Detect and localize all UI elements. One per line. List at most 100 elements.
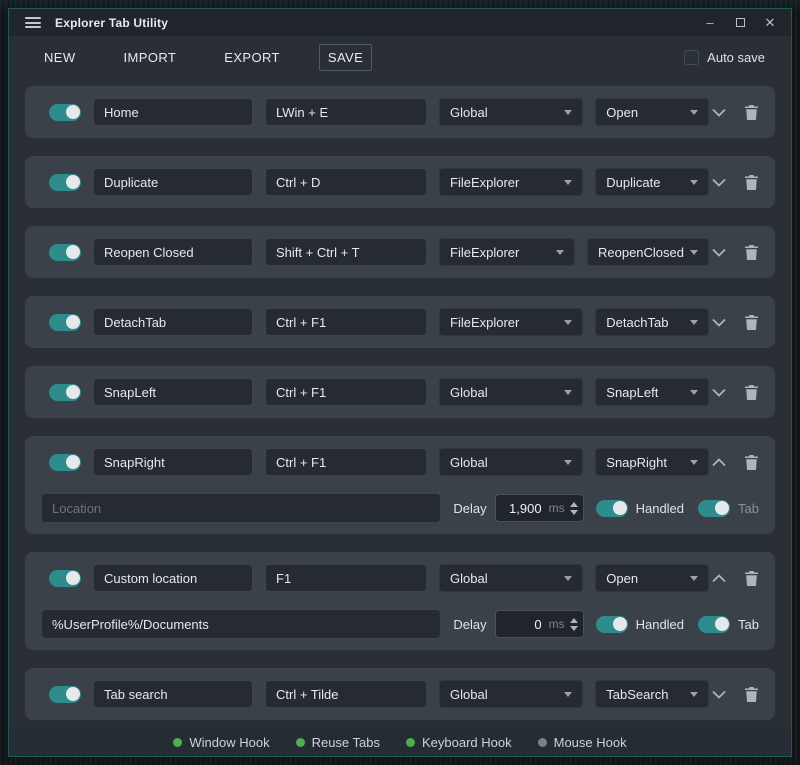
action-dropdown[interactable]: Open xyxy=(595,98,709,126)
import-button[interactable]: IMPORT xyxy=(115,44,186,71)
chevron-down-icon xyxy=(712,178,726,187)
handled-toggle[interactable] xyxy=(596,500,628,517)
delay-label: Delay xyxy=(453,617,486,632)
minimize-button[interactable]: – xyxy=(703,16,717,30)
window-controls: – ✕ xyxy=(703,16,781,30)
hotkey-input[interactable] xyxy=(265,168,427,196)
scope-dropdown[interactable]: Global xyxy=(439,378,583,406)
enabled-toggle[interactable] xyxy=(49,686,81,703)
action-dropdown[interactable]: ReopenClosed xyxy=(587,238,709,266)
delete-button[interactable] xyxy=(741,242,761,262)
export-button[interactable]: EXPORT xyxy=(215,44,289,71)
expand-button[interactable] xyxy=(709,242,729,262)
delete-button[interactable] xyxy=(741,312,761,332)
chevron-down-icon xyxy=(712,690,726,699)
delete-button[interactable] xyxy=(741,172,761,192)
hotkey-input[interactable] xyxy=(265,98,427,126)
status-dot-icon xyxy=(538,738,547,747)
enabled-toggle[interactable] xyxy=(49,314,81,331)
trash-icon xyxy=(745,105,758,120)
delete-button[interactable] xyxy=(741,568,761,588)
trash-icon xyxy=(745,687,758,702)
spin-down-icon[interactable] xyxy=(570,510,578,515)
name-input[interactable] xyxy=(93,98,253,126)
name-input[interactable] xyxy=(93,308,253,336)
scope-dropdown[interactable]: FileExplorer xyxy=(439,168,583,196)
action-dropdown[interactable]: Duplicate xyxy=(595,168,709,196)
action-dropdown[interactable]: TabSearch xyxy=(595,680,709,708)
name-input[interactable] xyxy=(93,168,253,196)
action-dropdown[interactable]: SnapLeft xyxy=(595,378,709,406)
status-dot-icon xyxy=(406,738,415,747)
collapse-button[interactable] xyxy=(709,452,729,472)
name-input[interactable] xyxy=(93,238,253,266)
chevron-down-icon xyxy=(564,110,572,115)
spin-up-icon[interactable] xyxy=(570,618,578,623)
name-input[interactable] xyxy=(93,680,253,708)
delay-label: Delay xyxy=(453,501,486,516)
scope-dropdown[interactable]: Global xyxy=(439,564,583,592)
expand-button[interactable] xyxy=(709,102,729,122)
expand-button[interactable] xyxy=(709,172,729,192)
status-keyboard-hook: Keyboard Hook xyxy=(406,735,512,750)
chevron-down-icon xyxy=(690,390,698,395)
hotkey-input[interactable] xyxy=(265,378,427,406)
enabled-toggle[interactable] xyxy=(49,174,81,191)
hamburger-menu-icon[interactable] xyxy=(25,17,41,28)
enabled-toggle[interactable] xyxy=(49,244,81,261)
maximize-button[interactable] xyxy=(733,16,747,30)
new-button[interactable]: NEW xyxy=(35,44,85,71)
auto-save-label: Auto save xyxy=(707,50,765,65)
location-input[interactable] xyxy=(41,493,441,523)
delay-value[interactable]: 0 xyxy=(504,617,542,632)
location-input[interactable] xyxy=(41,609,441,639)
handled-toggle[interactable] xyxy=(596,616,628,633)
hotkey-row-custom-location: Global Open Delay 0 ms Handled Tab xyxy=(25,552,775,650)
scope-dropdown[interactable]: FileExplorer xyxy=(439,238,575,266)
close-button[interactable]: ✕ xyxy=(763,16,777,30)
hotkey-input[interactable] xyxy=(265,680,427,708)
spinner-buttons[interactable] xyxy=(570,502,578,515)
hotkey-input[interactable] xyxy=(265,308,427,336)
enabled-toggle[interactable] xyxy=(49,384,81,401)
delay-value[interactable]: 1,900 xyxy=(504,501,542,516)
spinner-buttons[interactable] xyxy=(570,618,578,631)
delay-stepper[interactable]: 0 ms xyxy=(495,610,584,638)
enabled-toggle[interactable] xyxy=(49,570,81,587)
expand-button[interactable] xyxy=(709,382,729,402)
tab-toggle[interactable] xyxy=(698,616,730,633)
expand-button[interactable] xyxy=(709,684,729,704)
auto-save-checkbox[interactable] xyxy=(684,50,699,65)
delete-button[interactable] xyxy=(741,452,761,472)
save-button[interactable]: SAVE xyxy=(319,44,372,71)
hotkey-input[interactable] xyxy=(265,564,427,592)
chevron-down-icon xyxy=(712,388,726,397)
expand-button[interactable] xyxy=(709,312,729,332)
delete-button[interactable] xyxy=(741,684,761,704)
scope-dropdown[interactable]: FileExplorer xyxy=(439,308,583,336)
delete-button[interactable] xyxy=(741,102,761,122)
spin-down-icon[interactable] xyxy=(570,626,578,631)
delay-stepper[interactable]: 1,900 ms xyxy=(495,494,584,522)
scope-dropdown[interactable]: Global xyxy=(439,448,583,476)
chevron-down-icon xyxy=(556,250,564,255)
scope-dropdown[interactable]: Global xyxy=(439,680,583,708)
auto-save-control[interactable]: Auto save xyxy=(684,50,765,65)
collapse-button[interactable] xyxy=(709,568,729,588)
delete-button[interactable] xyxy=(741,382,761,402)
name-input[interactable] xyxy=(93,564,253,592)
tab-label: Tab xyxy=(738,617,759,632)
scope-dropdown[interactable]: Global xyxy=(439,98,583,126)
enabled-toggle[interactable] xyxy=(49,104,81,121)
action-dropdown[interactable]: SnapRight xyxy=(595,448,709,476)
spin-up-icon[interactable] xyxy=(570,502,578,507)
hotkey-input[interactable] xyxy=(265,448,427,476)
name-input[interactable] xyxy=(93,378,253,406)
hotkey-input[interactable] xyxy=(265,238,427,266)
tab-toggle[interactable] xyxy=(698,500,730,517)
status-mouse-hook: Mouse Hook xyxy=(538,735,627,750)
action-dropdown[interactable]: Open xyxy=(595,564,709,592)
action-dropdown[interactable]: DetachTab xyxy=(595,308,709,336)
name-input[interactable] xyxy=(93,448,253,476)
enabled-toggle[interactable] xyxy=(49,454,81,471)
